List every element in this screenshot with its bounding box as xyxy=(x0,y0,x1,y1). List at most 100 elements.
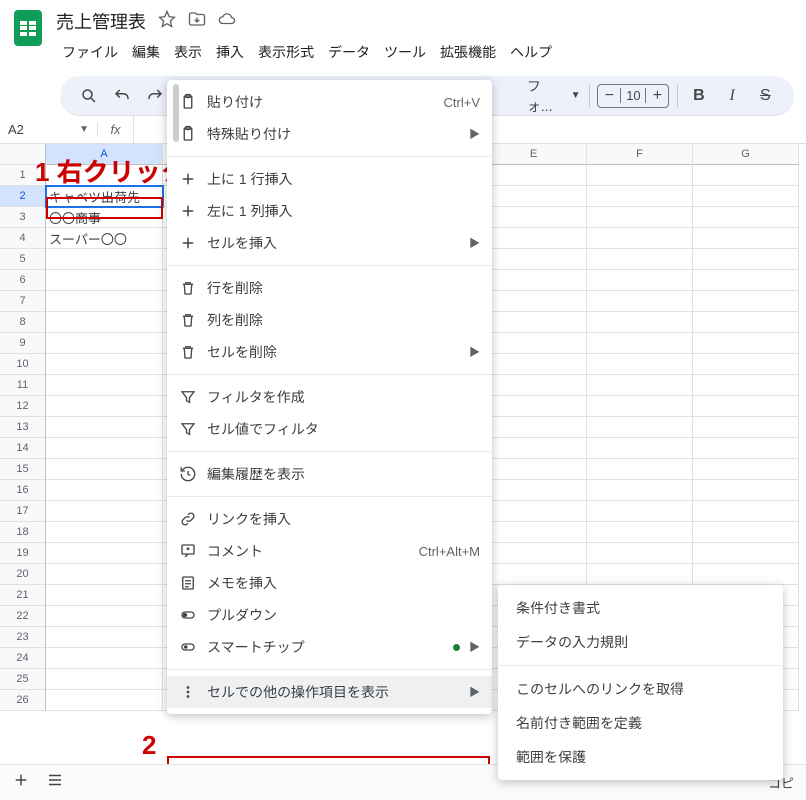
cell[interactable] xyxy=(481,270,587,291)
context-menu-item[interactable]: フィルタを作成 xyxy=(167,381,492,413)
cell[interactable] xyxy=(693,228,799,249)
row-header[interactable]: 17 xyxy=(0,501,46,522)
cell[interactable] xyxy=(693,207,799,228)
cell[interactable] xyxy=(481,543,587,564)
row-header[interactable]: 19 xyxy=(0,543,46,564)
cell[interactable] xyxy=(46,522,163,543)
cell[interactable] xyxy=(481,165,587,186)
redo-icon[interactable] xyxy=(142,82,167,110)
cell[interactable] xyxy=(693,249,799,270)
cell[interactable] xyxy=(587,501,693,522)
menu-scrollbar[interactable] xyxy=(173,84,179,142)
cell[interactable] xyxy=(46,375,163,396)
submenu-conditional-format[interactable]: 条件付き書式 xyxy=(498,591,783,625)
cell[interactable] xyxy=(46,585,163,606)
cell[interactable]: 〇〇商事 xyxy=(46,207,163,228)
sheets-logo[interactable] xyxy=(8,8,48,48)
cell[interactable] xyxy=(481,354,587,375)
cell[interactable] xyxy=(693,396,799,417)
bold-button[interactable]: B xyxy=(686,82,711,110)
cell[interactable] xyxy=(481,522,587,543)
menu-insert[interactable]: 挿入 xyxy=(210,38,250,66)
font-button[interactable]: フォ... xyxy=(527,76,563,116)
row-header[interactable]: 23 xyxy=(0,627,46,648)
cell[interactable] xyxy=(587,186,693,207)
context-menu-item[interactable]: コメントCtrl+Alt+M xyxy=(167,535,492,567)
strike-button[interactable]: S xyxy=(753,82,778,110)
column-header-a[interactable]: A xyxy=(46,144,163,165)
cell[interactable] xyxy=(587,480,693,501)
cell[interactable] xyxy=(46,270,163,291)
cell[interactable] xyxy=(587,417,693,438)
menu-file[interactable]: ファイル xyxy=(56,38,124,66)
row-header[interactable]: 24 xyxy=(0,648,46,669)
cell[interactable] xyxy=(481,207,587,228)
row-header[interactable]: 26 xyxy=(0,690,46,711)
cell[interactable] xyxy=(587,270,693,291)
row-header[interactable]: 25 xyxy=(0,669,46,690)
cell[interactable] xyxy=(587,333,693,354)
cell[interactable] xyxy=(693,459,799,480)
cell[interactable] xyxy=(693,543,799,564)
cell[interactable] xyxy=(693,522,799,543)
cell[interactable] xyxy=(46,438,163,459)
menu-format[interactable]: 表示形式 xyxy=(252,38,320,66)
cell[interactable] xyxy=(587,249,693,270)
menu-extensions[interactable]: 拡張機能 xyxy=(434,38,502,66)
cell[interactable] xyxy=(46,690,163,711)
context-menu-item[interactable]: 特殊貼り付け▶ xyxy=(167,118,492,150)
menu-tools[interactable]: ツール xyxy=(378,38,432,66)
context-menu-item[interactable]: スマートチップ▶ xyxy=(167,631,492,663)
cell[interactable] xyxy=(481,249,587,270)
cell[interactable] xyxy=(46,459,163,480)
cell[interactable] xyxy=(587,459,693,480)
cell[interactable] xyxy=(481,333,587,354)
menu-data[interactable]: データ xyxy=(322,38,376,66)
cell[interactable] xyxy=(587,354,693,375)
row-header[interactable]: 12 xyxy=(0,396,46,417)
cell[interactable] xyxy=(46,648,163,669)
column-header-g[interactable]: G xyxy=(693,144,799,165)
cell[interactable] xyxy=(481,186,587,207)
cell[interactable] xyxy=(587,396,693,417)
cell[interactable] xyxy=(693,270,799,291)
menu-edit[interactable]: 編集 xyxy=(126,38,166,66)
submenu-protect-range[interactable]: 範囲を保護 xyxy=(498,740,783,774)
cell[interactable] xyxy=(46,480,163,501)
menu-view[interactable]: 表示 xyxy=(168,38,208,66)
context-menu-item[interactable]: 上に 1 行挿入 xyxy=(167,163,492,195)
row-header[interactable]: 3 xyxy=(0,207,46,228)
cell[interactable] xyxy=(693,291,799,312)
row-header[interactable]: 1 xyxy=(0,165,46,186)
column-header-f[interactable]: F xyxy=(587,144,693,165)
font-size-value[interactable]: 10 xyxy=(620,88,646,103)
submenu-get-cell-link[interactable]: このセルへのリンクを取得 xyxy=(498,672,783,706)
all-sheets-button[interactable] xyxy=(46,771,64,794)
cell[interactable] xyxy=(46,312,163,333)
cell[interactable] xyxy=(587,165,693,186)
row-header[interactable]: 14 xyxy=(0,438,46,459)
menu-help[interactable]: ヘルプ xyxy=(504,38,558,66)
cell[interactable] xyxy=(587,312,693,333)
cell[interactable] xyxy=(481,480,587,501)
cell[interactable] xyxy=(481,375,587,396)
context-menu-item[interactable]: セルを削除▶ xyxy=(167,336,492,368)
cell[interactable] xyxy=(693,564,799,585)
cell[interactable] xyxy=(46,501,163,522)
row-header[interactable]: 13 xyxy=(0,417,46,438)
row-header[interactable]: 15 xyxy=(0,459,46,480)
cell[interactable] xyxy=(693,480,799,501)
cell[interactable] xyxy=(587,291,693,312)
row-header[interactable]: 4 xyxy=(0,228,46,249)
context-menu-item[interactable]: メモを挿入 xyxy=(167,567,492,599)
undo-icon[interactable] xyxy=(109,82,134,110)
cell[interactable] xyxy=(693,312,799,333)
cell[interactable] xyxy=(693,354,799,375)
cell[interactable] xyxy=(46,165,163,186)
row-header[interactable]: 5 xyxy=(0,249,46,270)
cell[interactable] xyxy=(693,501,799,522)
cell[interactable]: スーパー〇〇 xyxy=(46,228,163,249)
cell[interactable] xyxy=(587,564,693,585)
select-all-corner[interactable] xyxy=(0,144,46,165)
cell[interactable] xyxy=(481,312,587,333)
